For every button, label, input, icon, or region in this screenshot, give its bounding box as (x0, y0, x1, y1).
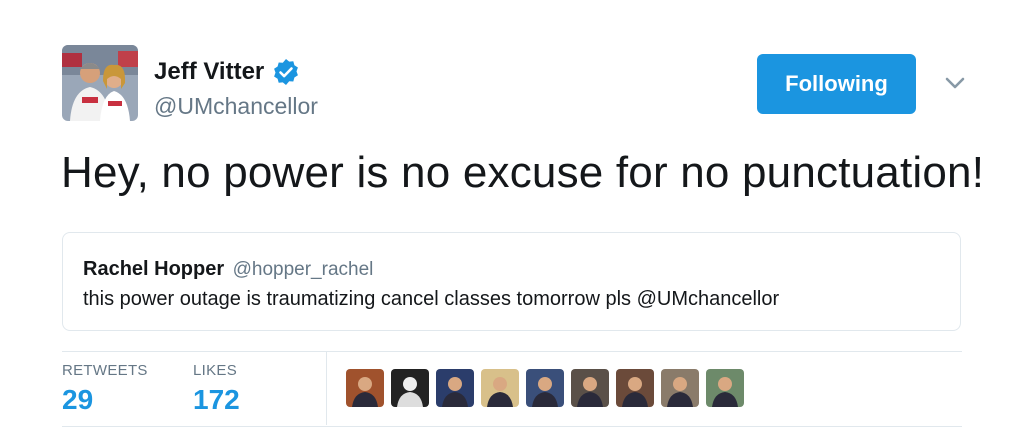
quoted-tweet[interactable]: Rachel Hopper @hopper_rachel this power … (62, 232, 961, 331)
likes-stat[interactable]: LIKES 172 (193, 362, 240, 416)
author-name-text: Jeff Vitter (154, 58, 265, 85)
following-button[interactable]: Following (757, 54, 916, 114)
retweets-count: 29 (62, 384, 94, 415)
liker-avatar-2[interactable] (391, 369, 429, 407)
liker-avatar-7[interactable] (616, 369, 654, 407)
likes-label: LIKES (193, 362, 238, 379)
retweets-label: RETWEETS (62, 362, 148, 379)
retweets-stat[interactable]: RETWEETS 29 (62, 362, 148, 416)
author-name[interactable]: Jeff Vitter (154, 58, 300, 86)
stats-bottom-divider (62, 426, 962, 427)
quoted-author-name: Rachel Hopper (83, 258, 225, 280)
liker-avatar-6[interactable] (571, 369, 609, 407)
tweet-text: Hey, no power is no excuse for no punctu… (61, 148, 985, 197)
quoted-tweet-author: Rachel Hopper @hopper_rachel (83, 258, 373, 281)
liker-avatar-1[interactable] (346, 369, 384, 407)
tweet-card: Jeff Vitter @UMchancellor Following Hey,… (0, 0, 1024, 440)
stats-separator (326, 352, 327, 425)
liker-avatar-8[interactable] (661, 369, 699, 407)
liker-avatar-9[interactable] (706, 369, 744, 407)
verified-badge-icon (272, 58, 300, 86)
author-avatar[interactable] (62, 45, 138, 121)
likes-count: 172 (193, 384, 240, 415)
chevron-down-icon[interactable] (942, 70, 968, 96)
likers-avatars (346, 369, 744, 407)
author-handle[interactable]: @UMchancellor (154, 93, 318, 120)
liker-avatar-3[interactable] (436, 369, 474, 407)
quoted-author-handle: @hopper_rachel (232, 259, 374, 280)
quoted-tweet-text: this power outage is traumatizing cancel… (83, 288, 780, 310)
stats-top-divider (62, 351, 962, 352)
user-avatar-icon (62, 45, 138, 121)
liker-avatar-4[interactable] (481, 369, 519, 407)
liker-avatar-5[interactable] (526, 369, 564, 407)
